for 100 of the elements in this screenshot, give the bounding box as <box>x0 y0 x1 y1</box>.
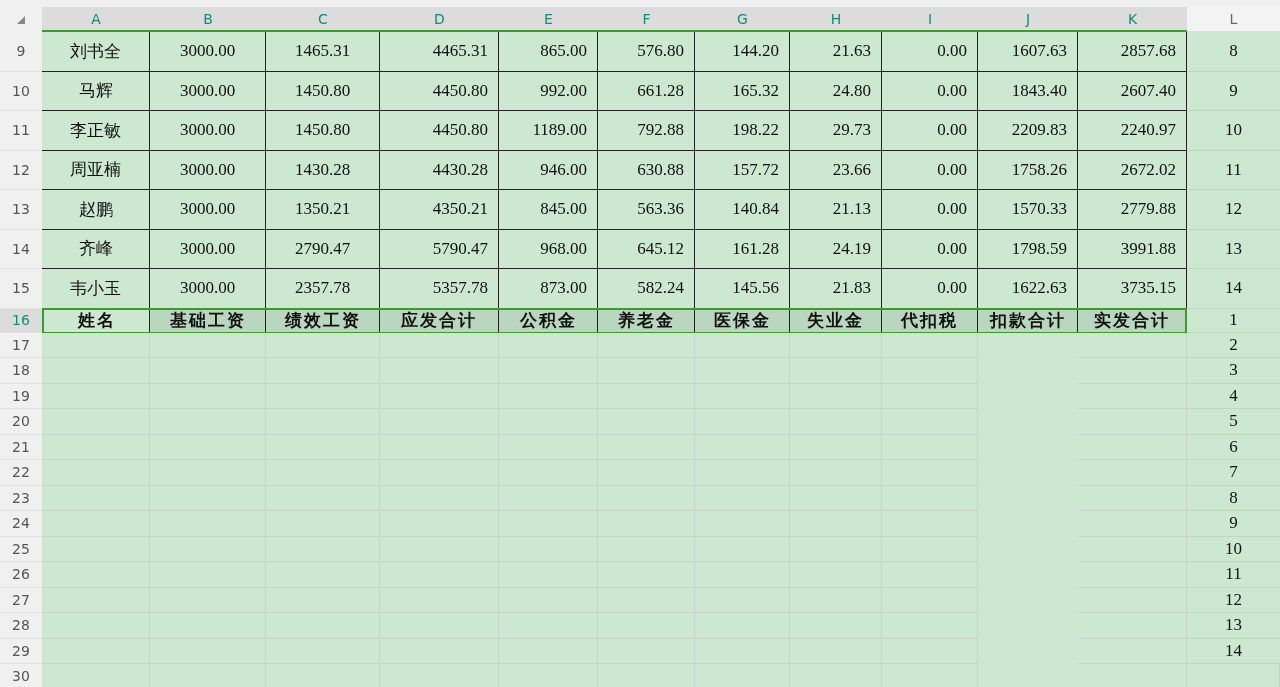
table-cell: 养老金 <box>598 309 695 332</box>
table-cell: 873.00 <box>499 269 598 309</box>
table-cell: 9 <box>1187 511 1280 537</box>
table-cell: 1622.63 <box>978 269 1078 309</box>
table-cell: 8 <box>1187 32 1280 72</box>
table-cell: 3000.00 <box>150 32 266 72</box>
table-cell: 齐峰 <box>42 229 150 269</box>
table-cell: 2672.02 <box>1078 150 1187 190</box>
table-cell: 3000.00 <box>150 269 266 309</box>
table-cell: 1758.26 <box>978 150 1078 190</box>
table-cell: 基础工资 <box>150 309 266 332</box>
table-cell: 1607.63 <box>978 32 1078 72</box>
table-cell: 3000.00 <box>150 71 266 111</box>
table-cell: 韦小玉 <box>42 269 150 309</box>
table-cell: 10 <box>1187 536 1280 562</box>
table-cell: 1189.00 <box>499 111 598 151</box>
table-cell: 3000.00 <box>150 150 266 190</box>
table-cell: 144.20 <box>695 32 790 72</box>
table-cell: 0.00 <box>882 32 978 72</box>
table-cell: 1843.40 <box>978 71 1078 111</box>
table-cell: 5357.78 <box>380 269 499 309</box>
table-cell: 1450.80 <box>266 71 380 111</box>
table-cell: 12 <box>1187 587 1280 613</box>
table-cell: 1465.31 <box>266 32 380 72</box>
table-cell: 3735.15 <box>1078 269 1187 309</box>
table-cell: 0.00 <box>882 111 978 151</box>
table-cell: 11 <box>1187 150 1280 190</box>
table-cell: 3991.88 <box>1078 229 1187 269</box>
table-cell: 968.00 <box>499 229 598 269</box>
table-cell: 13 <box>1187 613 1280 639</box>
table-cell: 29.73 <box>790 111 882 151</box>
table-cell: 0.00 <box>882 229 978 269</box>
table-cell: 21.13 <box>790 190 882 230</box>
table-cell: 11 <box>1187 562 1280 588</box>
table-cell: 医保金 <box>695 309 790 332</box>
table-cell: 公积金 <box>499 309 598 332</box>
table-cell: 157.72 <box>695 150 790 190</box>
table-cell: 14 <box>1187 638 1280 664</box>
table-cell: 0.00 <box>882 71 978 111</box>
table-cell: 161.28 <box>695 229 790 269</box>
table-cell: 7 <box>1187 460 1280 486</box>
table-cell: 630.88 <box>598 150 695 190</box>
table-cell: 李正敏 <box>42 111 150 151</box>
table-cell: 645.12 <box>598 229 695 269</box>
table-cell: 0.00 <box>882 269 978 309</box>
table-cell: 1570.33 <box>978 190 1078 230</box>
table-cell: 3000.00 <box>150 229 266 269</box>
table-cell: 绩效工资 <box>266 309 380 332</box>
table-cell: 13 <box>1187 229 1280 269</box>
table-cell: 24.80 <box>790 71 882 111</box>
table-cell: 563.36 <box>598 190 695 230</box>
table-cell: 2857.68 <box>1078 32 1187 72</box>
table-cell: 周亚楠 <box>42 150 150 190</box>
table-cell: 2357.78 <box>266 269 380 309</box>
table-cell: 1 <box>1187 308 1280 333</box>
table-cell: 1798.59 <box>978 229 1078 269</box>
table-cell: 845.00 <box>499 190 598 230</box>
table-cell: 刘书全 <box>42 32 150 72</box>
table-cell: 5 <box>1187 409 1280 435</box>
table-cell: 165.32 <box>695 71 790 111</box>
table-cell: 6 <box>1187 434 1280 460</box>
table-cell: 马辉 <box>42 71 150 111</box>
table-cell: 0.00 <box>882 190 978 230</box>
table-cell: 3000.00 <box>150 190 266 230</box>
table-cell: 代扣税 <box>882 309 978 332</box>
table-cell: 2779.88 <box>1078 190 1187 230</box>
table-cell: 扣款合计 <box>978 309 1078 332</box>
table-cell: 792.88 <box>598 111 695 151</box>
table-cell: 0.00 <box>882 150 978 190</box>
table-cell: 4 <box>1187 383 1280 409</box>
table-cell: 4450.80 <box>380 71 499 111</box>
table-cell: 3000.00 <box>150 111 266 151</box>
table-cell: 姓名 <box>44 309 150 332</box>
table-cell: 应发合计 <box>380 309 499 332</box>
table-cell: 198.22 <box>695 111 790 151</box>
table-cell: 992.00 <box>499 71 598 111</box>
table-cell: 4350.21 <box>380 190 499 230</box>
table-cell: 145.56 <box>695 269 790 309</box>
table-cell: 14 <box>1187 269 1280 309</box>
table-cell: 9 <box>1187 71 1280 111</box>
table-cell: 582.24 <box>598 269 695 309</box>
table-cell: 1450.80 <box>266 111 380 151</box>
table-cell: 2240.97 <box>1078 111 1187 151</box>
table-cell: 失业金 <box>790 309 882 332</box>
table-cell: 2 <box>1187 332 1280 358</box>
table-cell: 24.19 <box>790 229 882 269</box>
table-cell: 661.28 <box>598 71 695 111</box>
table-cell: 2607.40 <box>1078 71 1187 111</box>
table-cell: 12 <box>1187 190 1280 230</box>
table-cell: 865.00 <box>499 32 598 72</box>
table-cell: 1350.21 <box>266 190 380 230</box>
table-cell: 2790.47 <box>266 229 380 269</box>
table-cell: 实发合计 <box>1078 309 1185 332</box>
column-header[interactable]: I <box>882 7 978 32</box>
table-cell: 3 <box>1187 358 1280 384</box>
table-cell: 2209.83 <box>978 111 1078 151</box>
table-cell: 1430.28 <box>266 150 380 190</box>
table-cell: 赵鹏 <box>42 190 150 230</box>
table-cell: 5790.47 <box>380 229 499 269</box>
table-cell: 10 <box>1187 111 1280 151</box>
